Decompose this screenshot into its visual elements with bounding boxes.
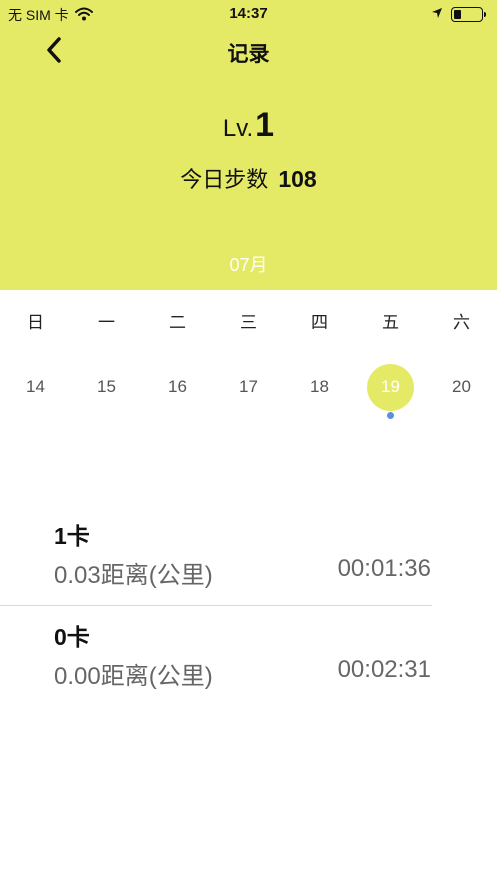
weekday-label: 日 <box>27 313 44 332</box>
record-duration: 00:01:36 <box>337 555 431 582</box>
status-right <box>431 6 486 22</box>
battery-level <box>454 9 461 19</box>
date-number: 19 <box>381 377 400 396</box>
date-row: 14 15 16 17 18 19 20 <box>0 358 497 420</box>
status-time: 14:37 <box>229 5 268 22</box>
date-number: 14 <box>26 377 45 396</box>
record-distance: 0.03距离(公里) <box>54 562 213 589</box>
level-value: 1 <box>255 106 275 144</box>
date-number: 18 <box>310 377 329 396</box>
date-number: 15 <box>97 377 116 396</box>
steps-label: 今日步数 <box>180 167 269 192</box>
record-calories: 0卡 <box>54 624 90 650</box>
record-duration: 00:02:31 <box>337 656 431 683</box>
steps-display: 今日步数 108 <box>0 162 497 194</box>
date-number: 20 <box>452 377 471 396</box>
calendar-day[interactable]: 14 <box>0 358 71 420</box>
level-prefix: Lv. <box>222 115 254 142</box>
weekday-label: 三 <box>240 313 257 332</box>
weekday-row: 日 一 二 三 四 五 六 <box>0 290 497 350</box>
calendar-day[interactable]: 16 <box>142 358 213 420</box>
level-display: Lv.1 <box>0 106 497 145</box>
calendar-day-selected[interactable]: 19 <box>355 358 426 420</box>
record-distance: 0.00距离(公里) <box>54 663 213 690</box>
weekday-label: 一 <box>98 313 115 332</box>
record-item[interactable]: 1卡 0.03距离(公里) 00:01:36 <box>0 505 497 605</box>
month-label: 07月 <box>229 255 268 275</box>
date-number: 16 <box>168 377 187 396</box>
calendar-day[interactable]: 17 <box>213 358 284 420</box>
weekday-label: 二 <box>169 313 186 332</box>
battery-icon <box>451 6 486 22</box>
nav-bar: 记录 <box>0 28 497 76</box>
calendar-day[interactable]: 20 <box>426 358 497 420</box>
header-panel: 无 SIM 卡 14:37 记录 Lv.1 今日步数 108 07月 <box>0 0 497 290</box>
weekday-label: 四 <box>311 313 328 332</box>
weekday-label: 六 <box>453 313 470 332</box>
weekday-label: 五 <box>382 313 399 332</box>
record-list: 1卡 0.03距离(公里) 00:01:36 0卡 0.00距离(公里) 00:… <box>0 505 497 706</box>
record-item[interactable]: 0卡 0.00距离(公里) 00:02:31 <box>0 606 497 706</box>
has-record-dot <box>387 412 394 419</box>
page-title: 记录 <box>227 43 270 66</box>
calendar-day[interactable]: 15 <box>71 358 142 420</box>
calendar-day[interactable]: 18 <box>284 358 355 420</box>
status-bar: 无 SIM 卡 14:37 <box>0 0 497 28</box>
date-number: 17 <box>239 377 258 396</box>
location-arrow-icon <box>431 6 443 22</box>
steps-value: 108 <box>278 166 317 192</box>
record-calories: 1卡 <box>54 523 90 549</box>
